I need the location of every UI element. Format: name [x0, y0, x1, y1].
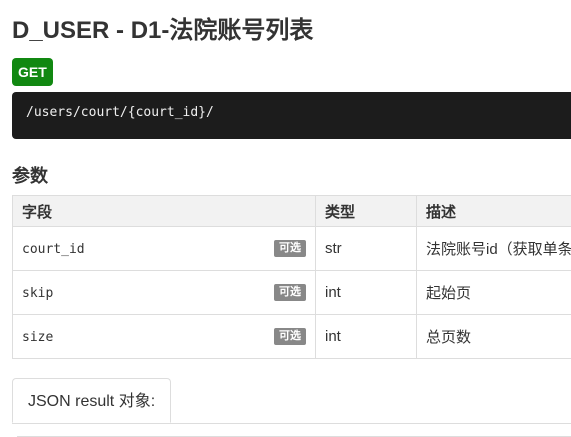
column-header-description: 描述	[416, 195, 571, 227]
field-name: court_id	[22, 242, 85, 257]
tab-json-result[interactable]: JSON result 对象:	[12, 378, 172, 423]
description-cell: 起始页	[416, 270, 571, 315]
field-cell: court_id 可选	[12, 226, 316, 271]
table-row: skip 可选 int 起始页	[12, 270, 571, 315]
params-header-row: 字段 类型 描述	[12, 195, 571, 227]
field-cell: size 可选	[12, 314, 316, 359]
params-section-title: 参数	[12, 166, 48, 186]
field-name: skip	[22, 286, 54, 301]
optional-badge: 可选	[274, 284, 306, 301]
optional-badge: 可选	[274, 240, 306, 257]
http-method-badge: GET	[12, 58, 53, 86]
endpoint-url: /users/court/{court_id}/	[26, 105, 214, 120]
table-row: court_id 可选 str 法院账号id（获取单条	[12, 226, 571, 271]
column-header-field: 字段	[12, 195, 316, 227]
table-row: size 可选 int 总页数	[12, 314, 571, 359]
optional-badge: 可选	[274, 328, 306, 345]
page-title: D_USER - D1-法院账号列表	[12, 17, 314, 44]
type-cell: str	[315, 226, 417, 271]
field-cell: skip 可选	[12, 270, 316, 315]
description-cell: 总页数	[416, 314, 571, 359]
type-cell: int	[315, 270, 417, 315]
field-name: size	[22, 330, 54, 345]
description-cell: 法院账号id（获取单条	[416, 226, 571, 271]
type-cell: int	[315, 314, 417, 359]
column-header-type: 类型	[315, 195, 417, 227]
endpoint-url-bar: /users/court/{court_id}/	[12, 92, 571, 139]
params-table: 字段 类型 描述 court_id 可选 str 法院账号id（获取单条 ski…	[12, 195, 571, 359]
result-tab-strip: JSON result 对象:	[12, 378, 571, 424]
